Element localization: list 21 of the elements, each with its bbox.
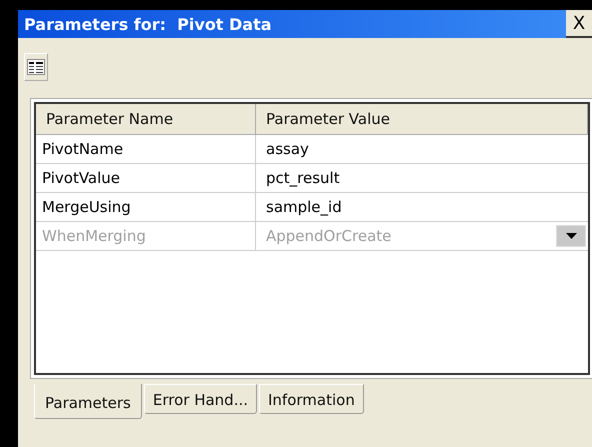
window-title: Parameters for: Pivot Data [23, 14, 272, 34]
cell-value: assay [266, 140, 309, 158]
table-cell: WhenMerging [36, 222, 256, 250]
cell-value: AppendOrCreate [266, 227, 392, 245]
list-icon [27, 59, 45, 75]
cell-value: sample_id [266, 198, 342, 216]
table-cell[interactable]: sample_id [256, 193, 588, 221]
table-cell: MergeUsing [36, 193, 256, 221]
close-button[interactable]: X [566, 10, 592, 38]
table-cell: PivotValue [36, 164, 256, 192]
tab[interactable]: Error Hand... [144, 384, 257, 414]
tab[interactable]: Information [259, 384, 364, 414]
column-header[interactable]: Parameter Value [256, 104, 588, 134]
table-cell: PivotName [36, 135, 256, 163]
cell-value: pct_result [266, 169, 340, 187]
caret-icon [566, 233, 576, 239]
list-view-button[interactable] [24, 53, 48, 81]
table-cell[interactable]: pct_result [256, 164, 588, 192]
table-cell[interactable]: assay [256, 135, 588, 163]
tab[interactable]: Parameters [34, 384, 142, 419]
column-header[interactable]: Parameter Name [36, 104, 256, 134]
